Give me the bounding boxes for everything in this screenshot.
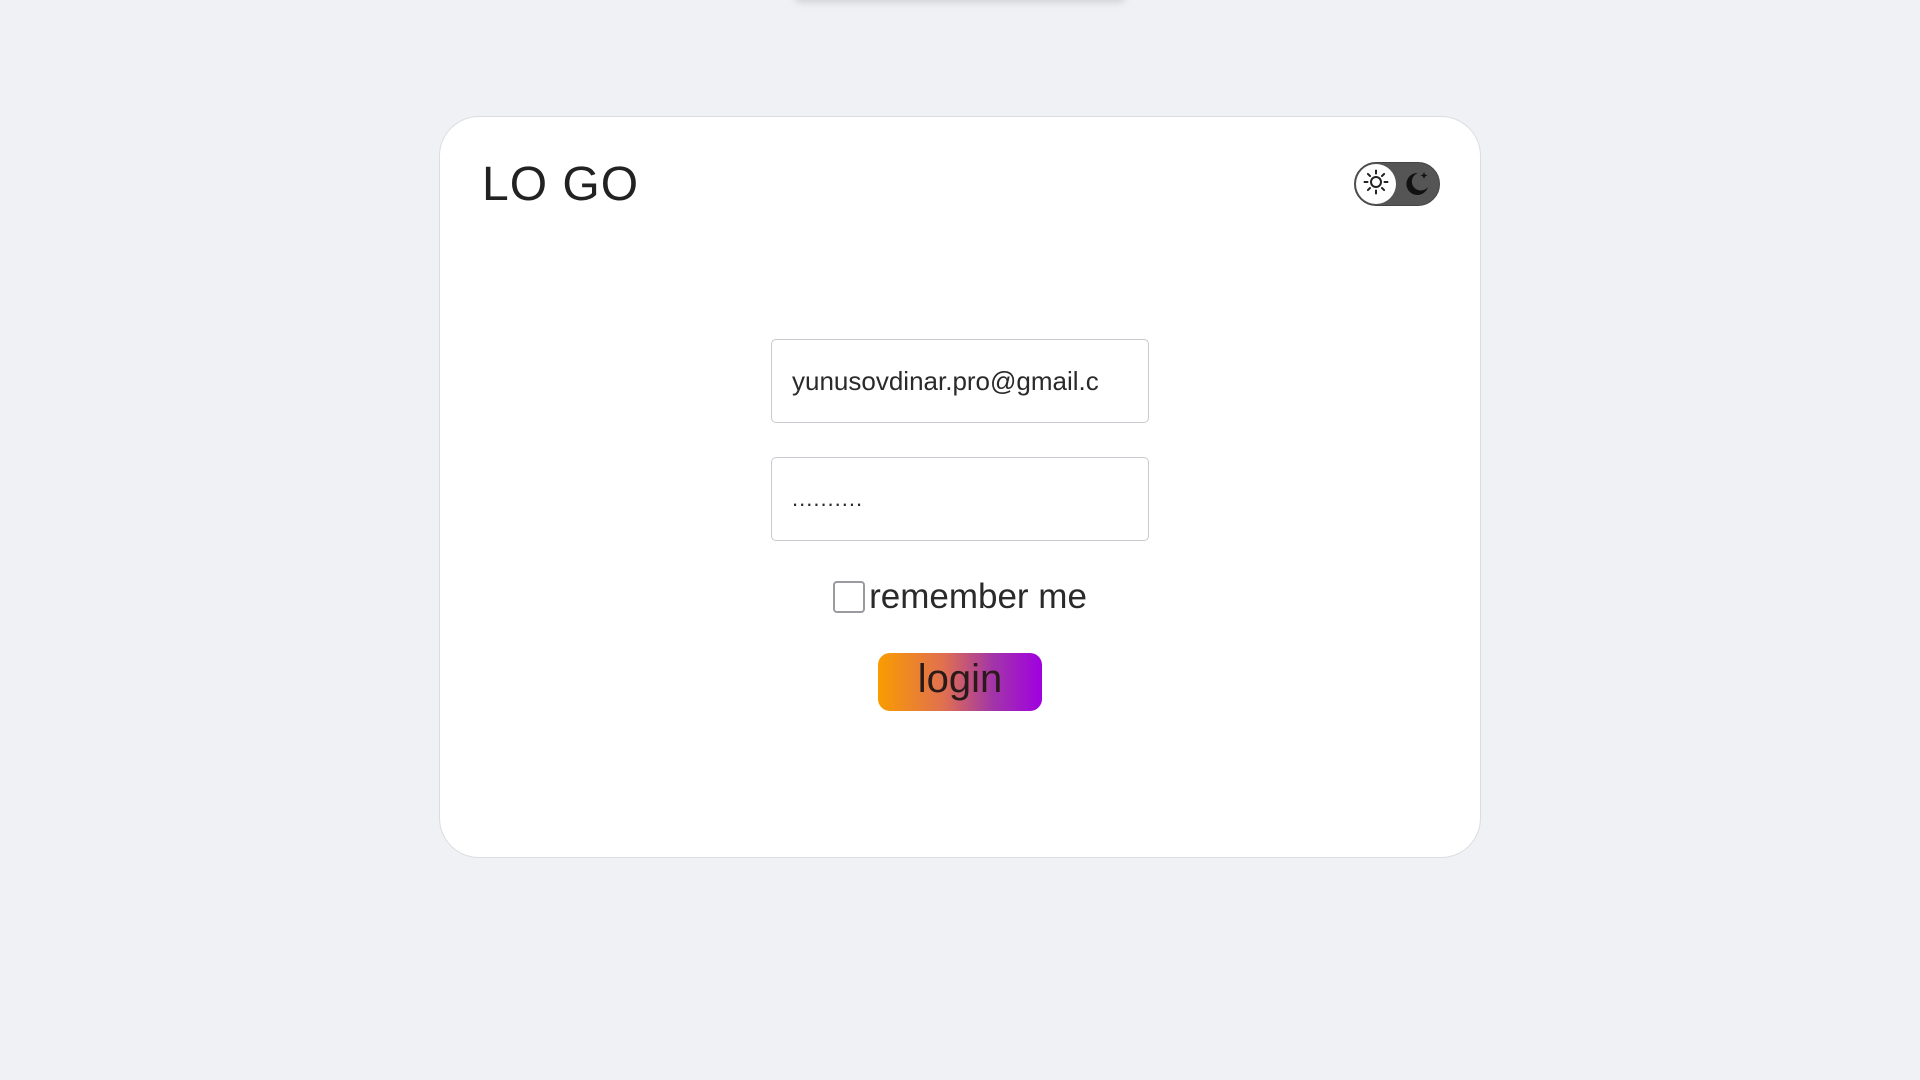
login-form: remember me login [440, 339, 1480, 711]
toggle-knob [1356, 164, 1396, 204]
remember-me-checkbox[interactable] [833, 581, 866, 613]
logo: LO GO [482, 158, 640, 211]
password-field[interactable] [771, 457, 1149, 541]
sun-icon [1363, 169, 1389, 200]
email-field[interactable] [771, 339, 1149, 423]
login-button[interactable]: login [878, 653, 1042, 711]
remember-me-row: remember me [833, 577, 1087, 617]
moon-icon [1399, 167, 1433, 201]
theme-toggle[interactable] [1354, 162, 1440, 206]
remember-me-label[interactable]: remember me [869, 577, 1087, 617]
login-card: LO GO yunusovdinar.pro@gmail.c .........… [439, 116, 1481, 858]
